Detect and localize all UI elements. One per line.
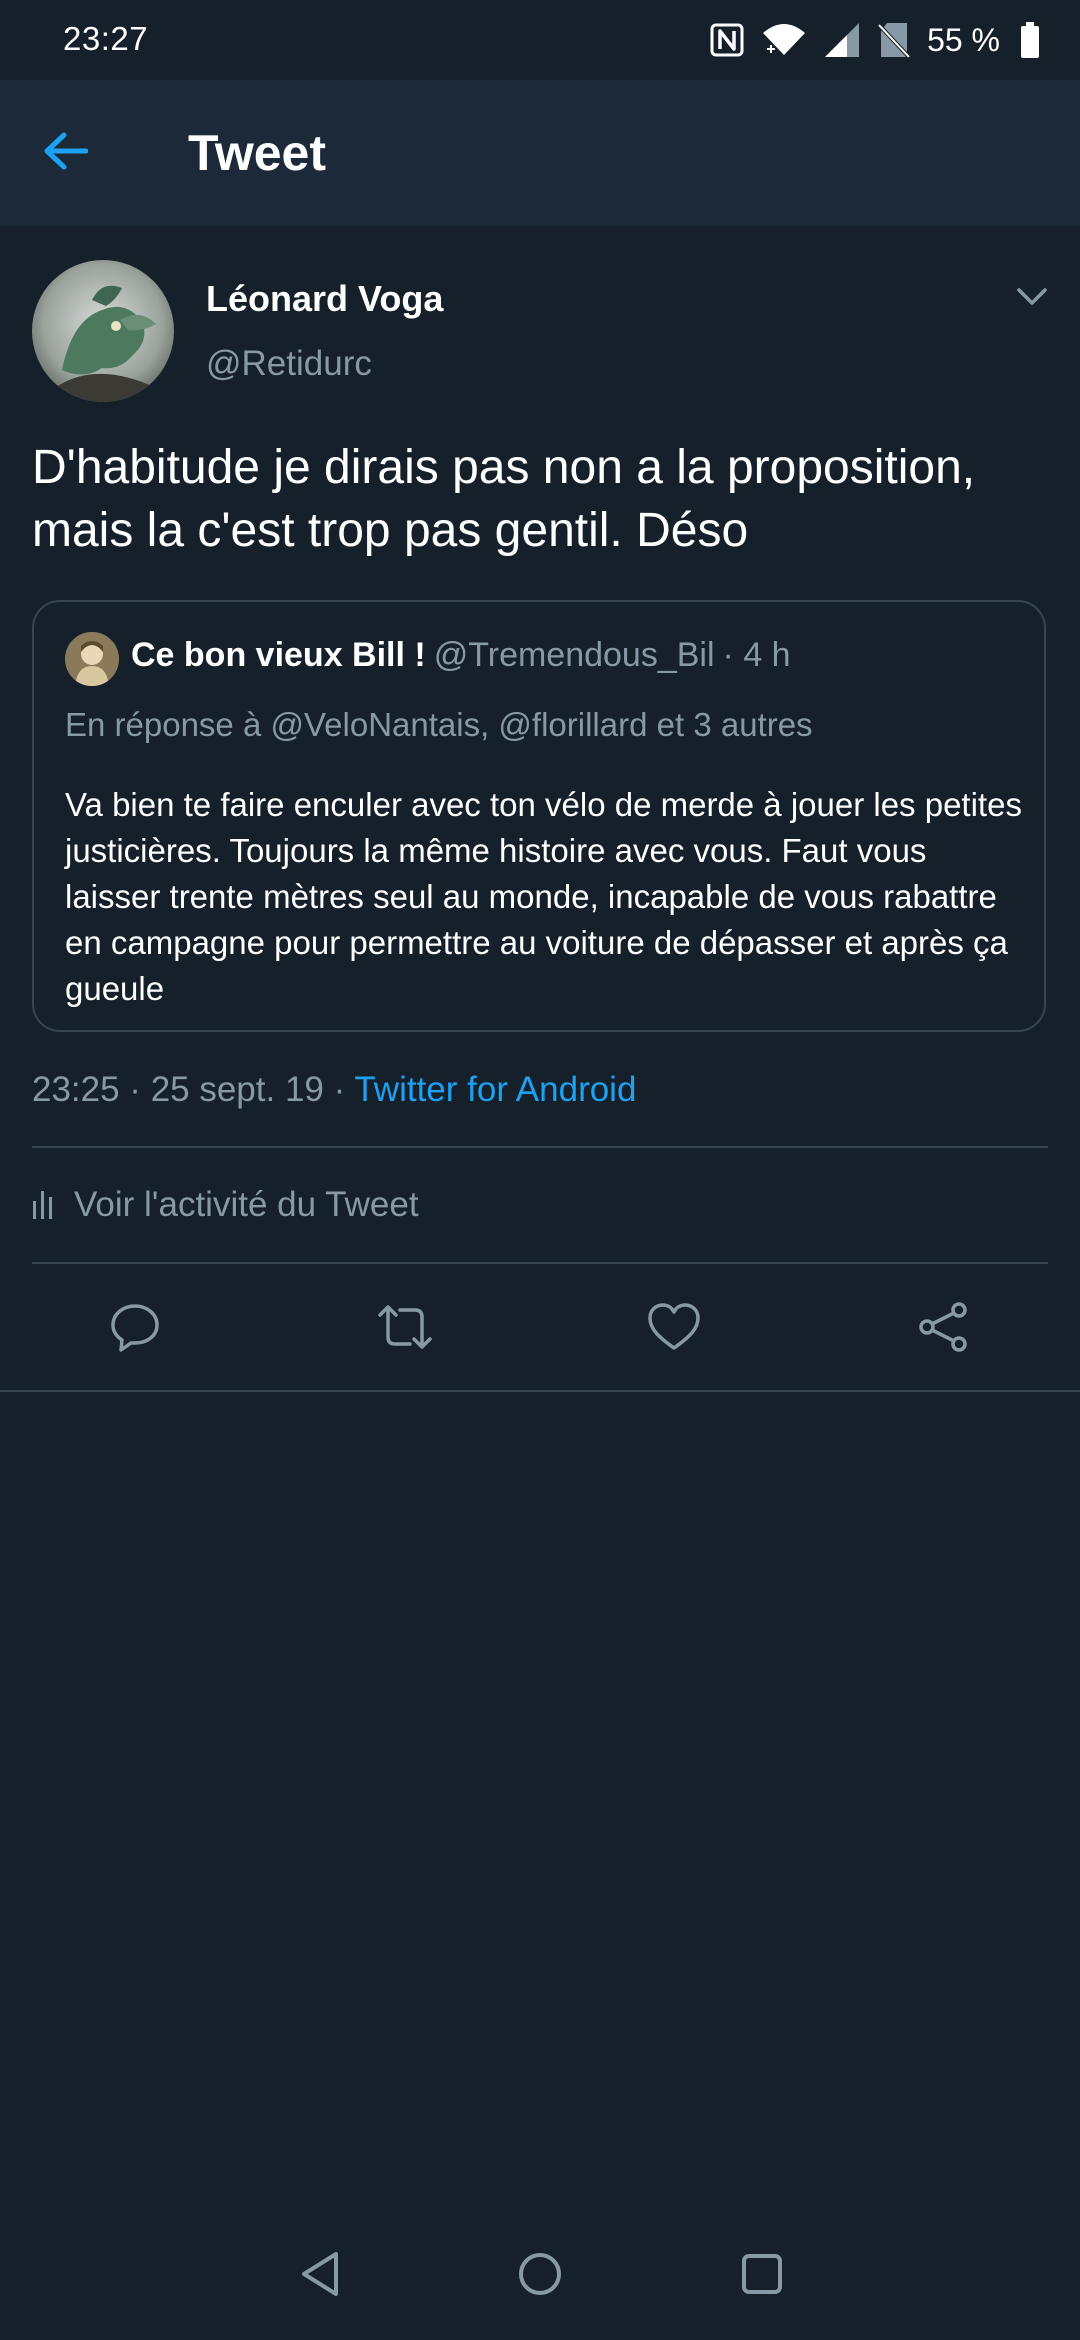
status-bar: 23:27 55 % [0, 0, 1080, 80]
battery-percent: 55 % [927, 21, 1000, 58]
nav-home-button[interactable] [508, 2246, 572, 2306]
divider [32, 1262, 1048, 1264]
reply-icon [109, 1301, 161, 1358]
tweet-source-link[interactable]: Twitter for Android [354, 1070, 636, 1109]
author-handle[interactable]: @Retidurc [206, 344, 372, 384]
nav-recents-button[interactable] [730, 2246, 794, 2306]
bar-chart-icon [32, 1187, 54, 1224]
page-title: Tweet [188, 125, 326, 181]
quoted-header: Ce bon vieux Bill ! @Tremendous_Bil · 4 h [131, 636, 791, 675]
quoted-reply-to: En réponse à @VeloNantais, @florillard e… [65, 706, 813, 743]
author-name[interactable]: Léonard Voga [206, 278, 443, 320]
like-icon [647, 1302, 701, 1357]
tweet-options-button[interactable] [1004, 276, 1060, 322]
no-sim-icon [877, 21, 911, 59]
activity-label: Voir l'activité du Tweet [74, 1185, 419, 1224]
quoted-time: · 4 h [722, 636, 791, 674]
retweet-icon [374, 1301, 436, 1358]
tweet-activity-link[interactable]: Voir l'activité du Tweet [32, 1170, 419, 1240]
tweet-meta: 23:25 · 25 sept. 19 · Twitter for Androi… [32, 1070, 636, 1110]
battery-icon [1020, 21, 1040, 59]
divider [0, 1390, 1080, 1392]
nav-back-icon [298, 2250, 342, 2303]
quoted-avatar [65, 632, 119, 686]
quoted-tweet-text: Va bien te faire enculer avec ton vélo d… [65, 786, 1022, 1007]
retweet-button[interactable] [365, 1294, 445, 1364]
nfc-icon [709, 22, 745, 58]
quoted-tweet-card[interactable]: Ce bon vieux Bill ! @Tremendous_Bil · 4 h … [32, 600, 1046, 1032]
back-button[interactable] [30, 118, 100, 188]
avatar[interactable] [32, 260, 174, 402]
arrow-left-icon [42, 131, 89, 176]
quoted-author-name: Ce bon vieux Bill ! [131, 636, 426, 674]
status-time: 23:27 [63, 20, 149, 57]
reply-button[interactable] [95, 1294, 175, 1364]
share-icon [917, 1300, 971, 1359]
nav-home-icon [516, 2250, 564, 2303]
tweet-timestamp: 23:25 · 25 sept. 19 · [32, 1070, 355, 1109]
app-bar: Tweet [0, 80, 1080, 226]
like-button[interactable] [634, 1294, 714, 1364]
quoted-author-handle: @Tremendous_Bil [433, 636, 715, 674]
nav-recents-icon [740, 2252, 784, 2301]
share-button[interactable] [904, 1294, 984, 1364]
signal-icon [823, 21, 861, 59]
chevron-down-icon [1016, 287, 1048, 312]
wifi-icon [761, 21, 807, 59]
nav-back-button[interactable] [288, 2246, 352, 2306]
tweet-text: D'habitude je dirais pas non a la propos… [32, 441, 976, 557]
status-icons: 55 % [709, 18, 1040, 62]
divider [32, 1146, 1048, 1148]
